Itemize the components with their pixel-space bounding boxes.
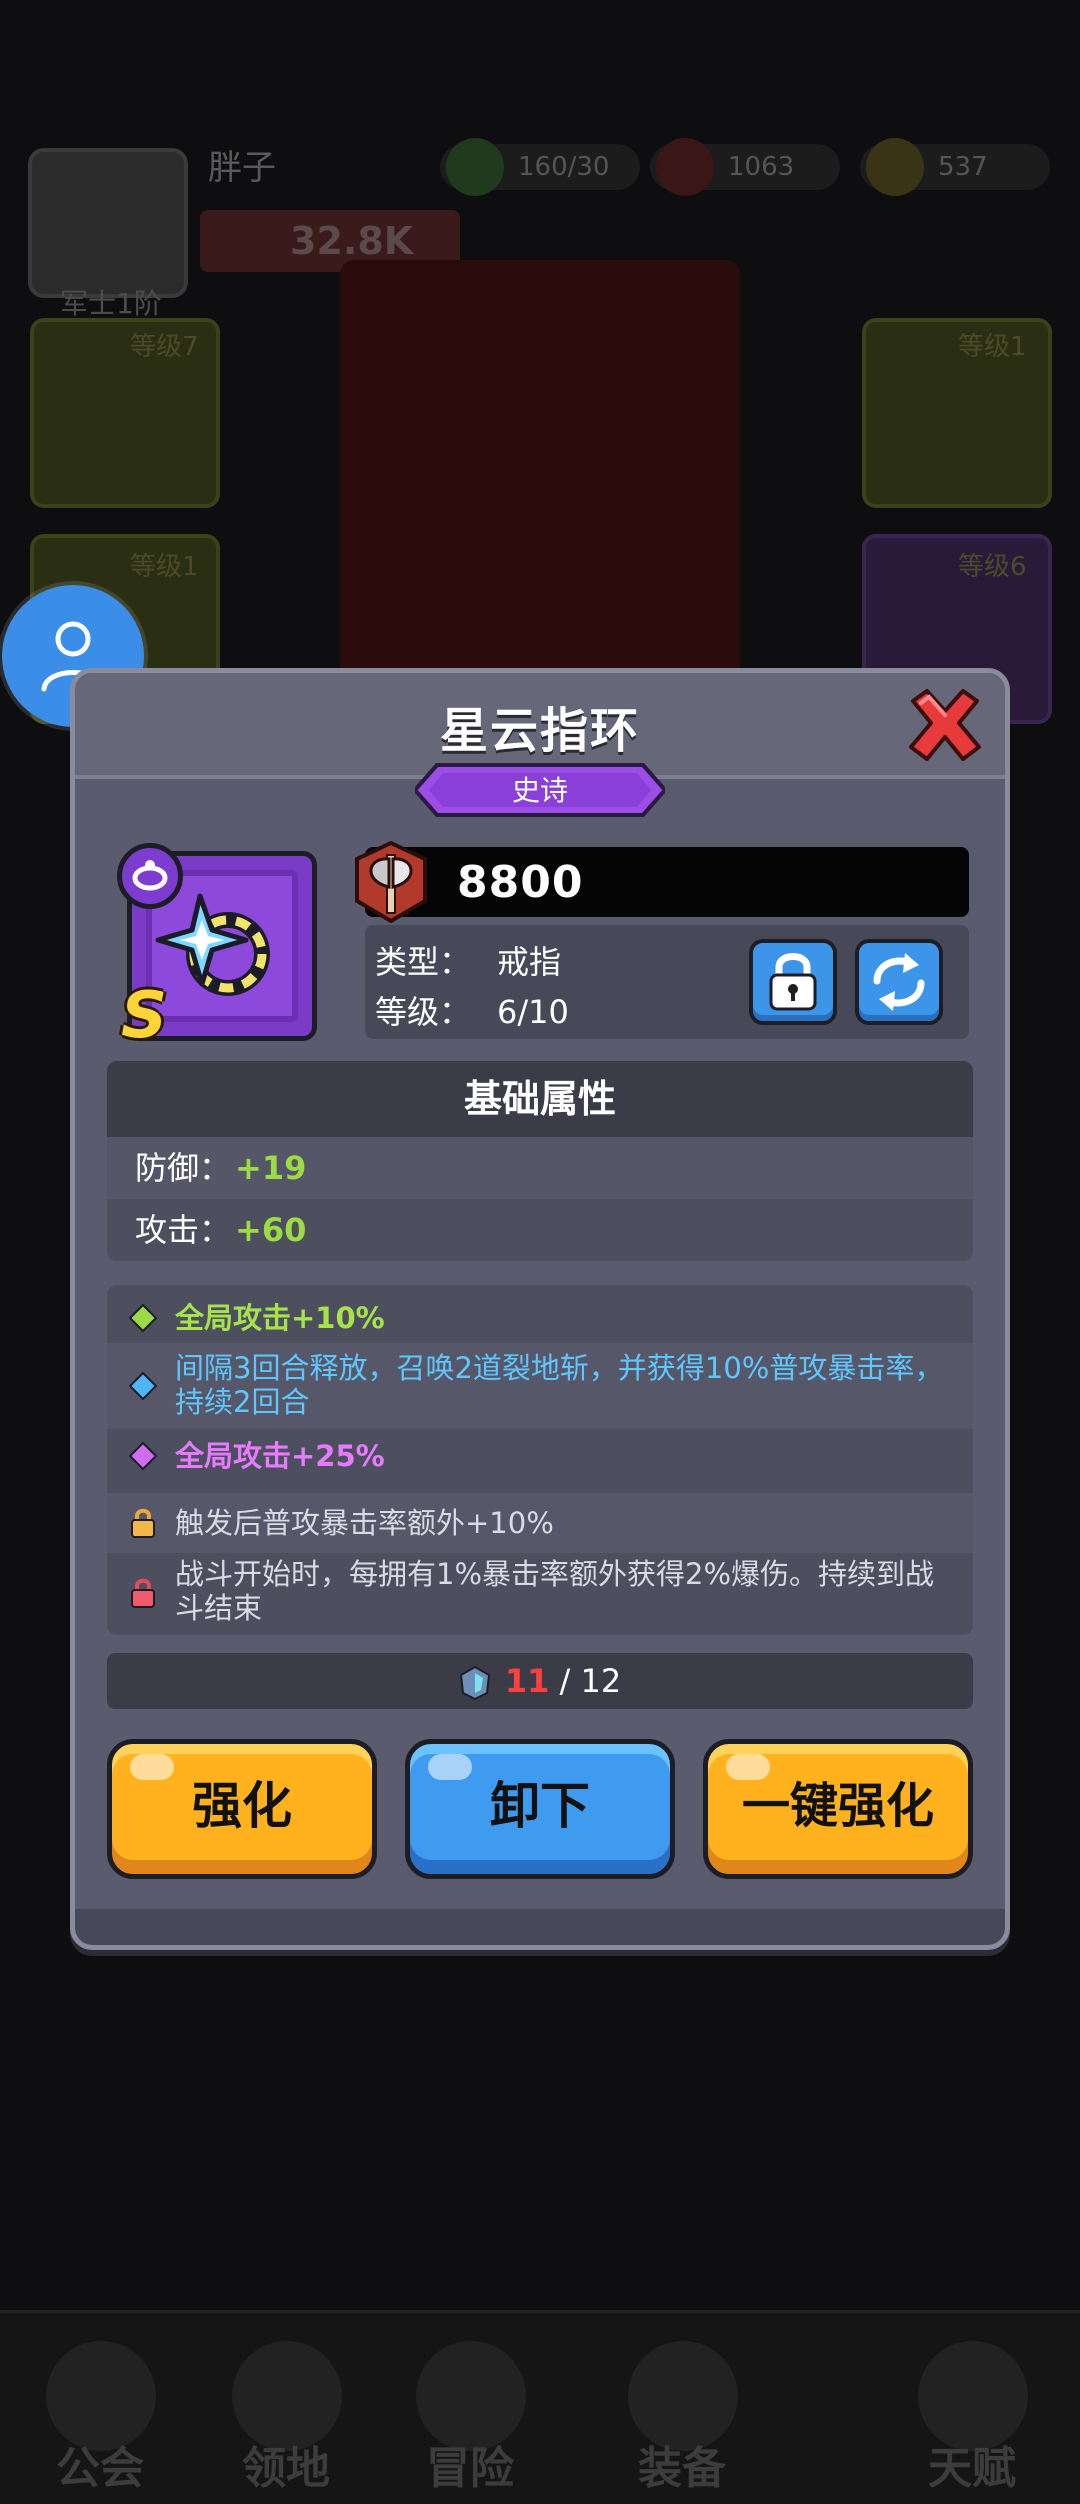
axe-power-icon — [355, 841, 427, 923]
progress-total: / 12 — [549, 1662, 622, 1700]
base-attributes-title: 基础属性 — [107, 1061, 973, 1137]
enhance-button[interactable]: 强化 — [107, 1739, 377, 1879]
nav-equipment[interactable]: 装备 — [582, 2432, 782, 2496]
energy-icon — [446, 138, 504, 196]
effect-item: 间隔3回合释放，召唤2道裂地斩，并获得10%普攻暴击率，持续2回合 — [107, 1343, 973, 1429]
modal-footer — [75, 1909, 1005, 1945]
ring-badge-icon — [132, 860, 168, 891]
swap-icon — [873, 953, 925, 1011]
resource-gems[interactable]: 1063 — [650, 138, 840, 196]
enhance-stone-icon — [459, 1665, 490, 1701]
enhance-material-progress: 11 / 12 — [107, 1653, 973, 1709]
progress-current: 11 — [504, 1662, 550, 1700]
effect-item: 全局攻击+10% — [107, 1293, 973, 1343]
item-level-value: 6/10 — [497, 993, 569, 1031]
nav-territory[interactable]: 领地 — [186, 2432, 386, 2496]
close-button[interactable] — [905, 687, 985, 763]
lock-button[interactable] — [749, 939, 837, 1025]
item-title: 星云指环 — [439, 703, 640, 759]
auto-enhance-button[interactable]: 一键强化 — [703, 1739, 973, 1879]
effect-item-locked: 触发后普攻暴击率额外+10% — [107, 1493, 973, 1553]
item-grade: S — [121, 979, 168, 1053]
slot-level-label: 等级1 — [130, 552, 199, 582]
player-avatar[interactable] — [28, 148, 188, 298]
center-banner — [340, 260, 740, 680]
item-level-line: 等级： 6/10 — [375, 993, 569, 1031]
swap-button[interactable] — [855, 939, 943, 1025]
resource-energy[interactable]: 160/30 — [440, 138, 640, 196]
attr-row-attack: 攻击： +60 — [107, 1199, 973, 1261]
item-type-line: 类型： 戒指 — [375, 943, 562, 981]
item-detail-modal: 星云指环 史诗 S 8800 类型： 戒指 等级： 6/10 基础属性 防御： … — [70, 668, 1010, 1950]
player-name: 胖子 — [208, 148, 276, 188]
unequip-button[interactable]: 卸下 — [405, 1739, 675, 1879]
nav-guild[interactable]: 公会 — [0, 2432, 200, 2496]
ring-type-badge — [117, 843, 183, 909]
effect-item: 全局攻击+25% — [107, 1429, 973, 1483]
diamond-green-icon — [129, 1304, 157, 1332]
close-icon — [909, 689, 981, 761]
resource-coins[interactable]: 537 — [860, 138, 1050, 196]
power-value: 8800 — [457, 857, 584, 908]
attr-row-defense: 防御： +19 — [107, 1137, 973, 1199]
player-rank: 军士1阶 — [60, 287, 162, 320]
slot-level-label: 等级7 — [130, 332, 199, 362]
slot-level-label: 等级1 — [958, 332, 1027, 362]
item-type-value: 戒指 — [497, 943, 562, 981]
gem-icon — [656, 138, 714, 196]
nav-adventure[interactable]: 冒险 — [370, 2432, 570, 2496]
power-row — [365, 847, 969, 917]
diamond-purple-icon — [129, 1442, 157, 1470]
lock-red-icon — [131, 1578, 155, 1608]
effect-item-locked: 战斗开始时，每拥有1%暴击率额外获得2%爆伤。持续到战斗结束 — [107, 1557, 973, 1629]
lock-icon — [769, 953, 817, 1011]
slot-level-label: 等级6 — [958, 552, 1027, 582]
nav-talent[interactable]: 天赋 — [872, 2432, 1072, 2496]
lock-gold-icon — [131, 1508, 155, 1538]
bottom-nav: 公会 领地 冒险 装备 天赋 — [0, 2310, 1080, 2504]
diamond-blue-icon — [129, 1372, 157, 1400]
coin-icon — [866, 138, 924, 196]
rarity-label: 史诗 — [511, 774, 568, 807]
